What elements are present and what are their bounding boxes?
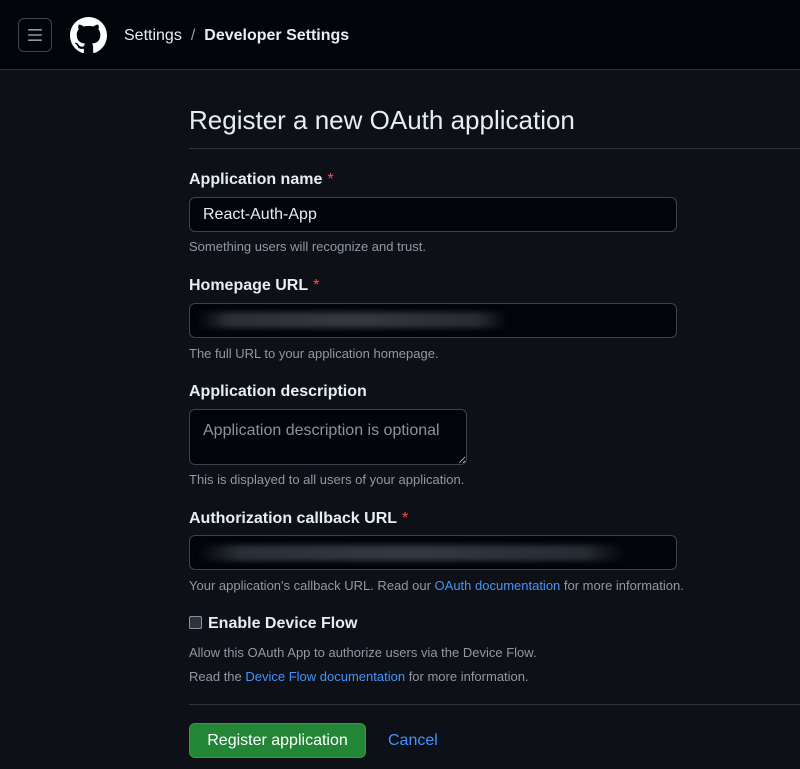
callback-url-label: Authorization callback URL * [189,509,408,529]
app-name-input[interactable] [189,197,677,232]
description-note: This is displayed to all users of your a… [189,472,465,487]
device-flow-doc-note: Read the Device Flow documentation for m… [189,669,529,685]
enable-device-flow-label[interactable]: Enable Device Flow [208,614,357,634]
description-label: Application description [189,383,367,400]
required-mark: * [327,171,334,188]
callback-note-text: Your application's callback URL. Read ou… [189,578,435,593]
actions-divider [189,704,800,705]
homepage-url-label-text: Homepage URL [189,277,309,294]
homepage-url-note: The full URL to your application homepag… [189,346,439,361]
breadcrumb: Settings / Developer Settings [124,26,349,46]
required-mark: * [402,510,409,527]
device-flow-documentation-link[interactable]: Device Flow documentation [245,669,405,684]
device-flow-note: Allow this OAuth App to authorize users … [189,645,537,660]
callback-url-label-text: Authorization callback URL [189,510,398,527]
cancel-link[interactable]: Cancel [388,731,438,751]
hamburger-menu-icon [28,29,42,41]
app-name-label-text: Application name [189,171,323,188]
homepage-url-label: Homepage URL * [189,276,319,296]
breadcrumb-separator: / [190,27,196,44]
menu-button[interactable] [18,18,52,52]
description-textarea[interactable] [189,409,467,465]
page-title: Register a new OAuth application [189,105,575,135]
app-name-label: Application name * [189,170,334,190]
breadcrumb-settings-link[interactable]: Settings [124,27,182,45]
register-application-button[interactable]: Register application [189,723,366,758]
enable-device-flow-checkbox[interactable] [189,616,202,629]
redacted-url-blur [197,545,627,561]
app-name-note: Something users will recognize and trust… [189,239,427,254]
top-header: Settings / Developer Settings [0,0,800,70]
redacted-url-blur [197,312,509,328]
title-divider [189,148,800,149]
device-flow-doc-text: Read the [189,669,246,684]
callback-url-note: Your application's callback URL. Read ou… [189,578,684,594]
github-logo-icon[interactable] [70,17,107,54]
oauth-documentation-link[interactable]: OAuth documentation [435,578,561,593]
breadcrumb-current: Developer Settings [204,27,350,44]
device-flow-doc-text-end: for more information. [405,669,529,684]
callback-note-text-end: for more information. [560,578,684,593]
required-mark: * [313,277,320,294]
